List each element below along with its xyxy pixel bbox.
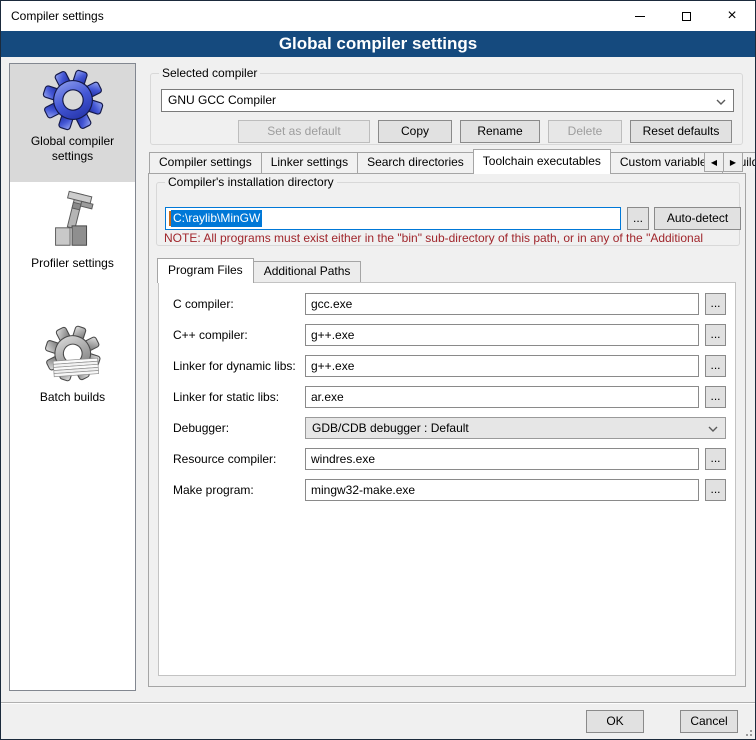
static-linker-input[interactable]: ar.exe [305,386,699,408]
cancel-button[interactable]: Cancel [680,710,738,733]
compiler-select[interactable]: GNU GCC Compiler [161,89,734,112]
cpp-compiler-browse-button[interactable]: ... [705,324,726,346]
field-label: C++ compiler: [173,324,248,346]
auto-detect-button[interactable]: Auto-detect [654,207,741,230]
grip-dot [750,730,752,732]
field-row-dynamic-linker: Linker for dynamic libs: g++.exe ... [159,355,735,377]
tab-program-files[interactable]: Program Files [157,258,254,283]
triangle-left-icon: ◀ [711,158,717,167]
close-icon: × [727,8,736,24]
set-as-default-button[interactable]: Set as default [238,120,370,143]
toolchain-executables-panel: Compiler's installation directory C:\ray… [148,173,746,687]
browse-directory-button[interactable]: ... [627,207,649,230]
compiler-actions: Set as default Copy Rename Delete Reset … [238,120,732,143]
chevron-down-icon [716,99,726,105]
tab-additional-paths[interactable]: Additional Paths [253,261,362,282]
field-row-c-compiler: C compiler: gcc.exe ... [159,293,735,315]
tab-linker-settings[interactable]: Linker settings [261,152,358,173]
window-controls: × [617,1,755,31]
resize-grip[interactable] [742,726,752,736]
title-bar: Compiler settings × [1,1,755,31]
tab-compiler-settings[interactable]: Compiler settings [149,152,262,173]
gray-gear-stack-icon [42,324,104,388]
minimize-button[interactable] [617,1,663,31]
group-legend: Compiler's installation directory [165,175,337,190]
sidebar-item-batch-builds[interactable]: Batch builds [10,320,135,436]
cpp-compiler-input[interactable]: g++.exe [305,324,699,346]
static-linker-browse-button[interactable]: ... [705,386,726,408]
field-label: Make program: [173,479,254,501]
copy-button[interactable]: Copy [378,120,452,143]
field-row-resource-compiler: Resource compiler: windres.exe ... [159,448,735,470]
field-label: Linker for static libs: [173,386,279,408]
field-label: Resource compiler: [173,448,276,470]
c-compiler-browse-button[interactable]: ... [705,293,726,315]
dynamic-linker-browse-button[interactable]: ... [705,355,726,377]
settings-tab-strip: Compiler settings Linker settings Search… [149,149,756,173]
bin-subdirectory-note: NOTE: All programs must exist either in … [164,231,742,245]
reset-defaults-button[interactable]: Reset defaults [630,120,732,143]
maximize-button[interactable] [663,1,709,31]
resource-compiler-browse-button[interactable]: ... [705,448,726,470]
grip-dot [750,734,752,736]
delete-button[interactable]: Delete [548,120,622,143]
triangle-right-icon: ▶ [730,158,736,167]
program-files-tab-strip: Program Files Additional Paths [157,258,360,282]
field-label: Debugger: [173,417,229,439]
field-label: C compiler: [173,293,234,315]
settings-category-list: Global compiler settings Profiler settin… [9,63,136,691]
rename-button[interactable]: Rename [460,120,540,143]
sidebar-item-label: Profiler settings [10,254,135,275]
blue-gear-icon [42,68,104,132]
tab-scroll-buttons: ◀ ▶ [705,152,743,172]
tab-toolchain-executables[interactable]: Toolchain executables [473,149,611,174]
maximize-icon [682,12,691,21]
dynamic-linker-input[interactable]: g++.exe [305,355,699,377]
field-row-cpp-compiler: C++ compiler: g++.exe ... [159,324,735,346]
minimize-icon [635,16,645,17]
selected-path-text: C:\raylib\MinGW [171,210,262,227]
sidebar-item-profiler-settings[interactable]: Profiler settings [10,186,135,302]
chevron-down-icon [708,426,718,432]
caliper-icon [42,190,104,254]
tab-scroll-right-button[interactable]: ▶ [723,152,743,172]
sidebar-item-global-compiler-settings[interactable]: Global compiler settings [10,64,135,182]
resource-compiler-input[interactable]: windres.exe [305,448,699,470]
program-files-page: C compiler: gcc.exe ... C++ compiler: g+… [158,282,736,676]
page-title: Global compiler settings [1,31,755,57]
sidebar-item-label: Global compiler settings [10,132,135,168]
selected-compiler-group: Selected compiler GNU GCC Compiler Set a… [150,73,743,145]
sidebar-item-label: Batch builds [10,388,135,409]
compiler-select-value: GNU GCC Compiler [168,93,276,107]
make-program-browse-button[interactable]: ... [705,479,726,501]
window-title: Compiler settings [11,1,104,31]
ok-button[interactable]: OK [586,710,644,733]
installation-directory-input[interactable]: C:\raylib\MinGW [165,207,621,230]
group-legend: Selected compiler [159,66,260,81]
close-button[interactable]: × [709,1,755,31]
compiler-settings-window: Compiler settings × Global compiler sett… [0,0,756,740]
field-label: Linker for dynamic libs: [173,355,296,377]
c-compiler-input[interactable]: gcc.exe [305,293,699,315]
debugger-select-value: GDB/CDB debugger : Default [312,421,469,435]
make-program-input[interactable]: mingw32-make.exe [305,479,699,501]
field-row-make-program: Make program: mingw32-make.exe ... [159,479,735,501]
debugger-select[interactable]: GDB/CDB debugger : Default [305,417,726,439]
tab-scroll-left-button[interactable]: ◀ [704,152,724,172]
field-row-static-linker: Linker for static libs: ar.exe ... [159,386,735,408]
footer-divider-highlight [1,703,755,704]
grip-dot [746,734,748,736]
tab-search-directories[interactable]: Search directories [357,152,474,173]
field-row-debugger: Debugger: GDB/CDB debugger : Default [159,417,735,439]
